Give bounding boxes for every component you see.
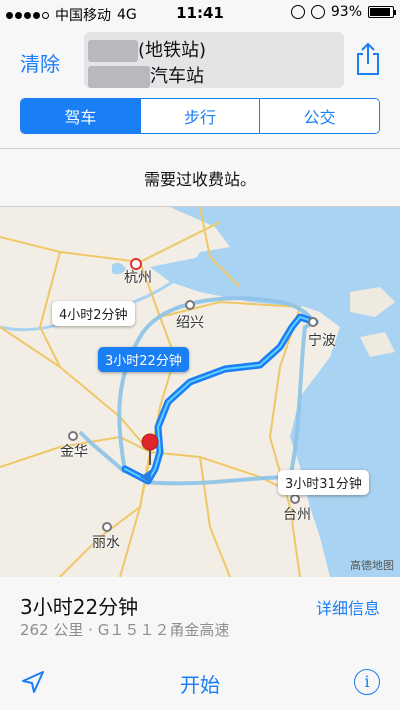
route-origin-text: (地铁站) xyxy=(138,40,207,61)
route-origin: (地铁站) xyxy=(88,36,206,62)
city-dot xyxy=(308,317,318,327)
transport-mode-tabs: 驾车 步行 公交 xyxy=(20,98,380,134)
route-endpoints-field[interactable]: (地铁站) 汽车站 xyxy=(84,32,344,88)
tab-drive[interactable]: 驾车 xyxy=(21,99,141,133)
route-callout-alt1[interactable]: 4小时2分钟 xyxy=(52,301,135,326)
tab-transit[interactable]: 公交 xyxy=(260,99,379,133)
city-label-shaoxing: 绍兴 xyxy=(176,315,204,331)
map-view[interactable]: 杭州 绍兴 宁波 金华 台州 丽水 4小时2分钟 3小时22分钟 3小时31分钟… xyxy=(0,207,400,577)
bottom-toolbar: 开始 i xyxy=(0,653,400,710)
route-callout-primary[interactable]: 3小时22分钟 xyxy=(98,347,189,372)
route-destination-text: 汽车站 xyxy=(150,66,204,87)
route-destination: 汽车站 xyxy=(88,62,204,88)
city-dot xyxy=(185,300,195,310)
tab-walk[interactable]: 步行 xyxy=(140,99,261,133)
city-label-taizhou: 台州 xyxy=(283,507,311,523)
route-distance-road: 262 公里 · G１５１２甬金高速 xyxy=(20,621,230,639)
route-duration: 3小时22分钟 xyxy=(20,595,139,619)
redacted-text xyxy=(88,40,138,62)
divider xyxy=(0,148,400,149)
status-right: 93% xyxy=(290,4,396,20)
info-icon[interactable]: i xyxy=(354,669,380,695)
redacted-text xyxy=(88,66,150,88)
toll-notice: 需要过收费站。 xyxy=(143,170,256,189)
clear-button[interactable]: 清除 xyxy=(20,48,60,77)
status-bar: 中国移动 4G 11:41 93% xyxy=(0,0,400,28)
city-dot xyxy=(290,494,300,504)
city-label-hangzhou: 杭州 xyxy=(124,270,152,286)
rotation-lock-icon xyxy=(290,5,305,19)
map-credit: 高德地图 xyxy=(350,559,394,572)
route-summary[interactable]: 3小时22分钟 262 公里 · G１５１２甬金高速 详细信息 xyxy=(0,577,400,653)
route-callout-alt2[interactable]: 3小时31分钟 xyxy=(278,470,369,495)
map-canvas xyxy=(0,207,400,577)
details-button[interactable]: 详细信息 xyxy=(316,595,380,619)
battery-icon xyxy=(368,6,396,18)
start-label: 开始 xyxy=(180,673,220,697)
route-header: 清除 (地铁站) 汽车站 xyxy=(0,28,400,94)
primary-route xyxy=(121,313,319,485)
city-label-ningbo: 宁波 xyxy=(308,333,336,349)
map-pin-icon xyxy=(141,433,159,451)
start-navigation-button[interactable]: 开始 xyxy=(0,669,400,698)
city-label-lishui: 丽水 xyxy=(92,535,120,551)
city-label-jinhua: 金华 xyxy=(60,444,88,460)
battery-percent: 93% xyxy=(330,4,362,20)
city-dot xyxy=(68,431,78,441)
share-icon[interactable] xyxy=(354,42,382,76)
alarm-icon xyxy=(310,5,325,19)
city-dot xyxy=(102,522,112,532)
